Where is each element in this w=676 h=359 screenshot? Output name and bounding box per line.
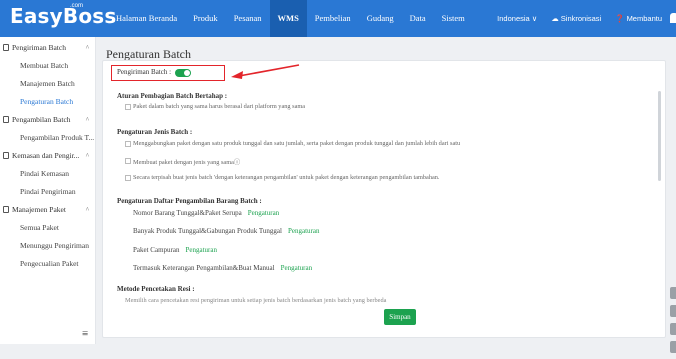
sidebar-item-scan-shipping[interactable]: Pindai Pengiriman — [0, 183, 95, 201]
type-title: Pengaturan Jenis Batch : — [117, 128, 193, 136]
tool-tab-1[interactable] — [670, 287, 676, 299]
top-navbar: EasyBoss .com Halaman Beranda Produk Pes… — [0, 0, 676, 37]
settings-link-4[interactable]: Pengaturan — [281, 264, 313, 272]
nav-data[interactable]: Data — [402, 0, 434, 37]
document-icon — [3, 44, 9, 51]
region-select[interactable]: Indonesia ∨ — [497, 14, 537, 23]
tool-tab-2[interactable] — [670, 305, 676, 317]
list-row-4: Termasuk Keterangan Pengambilan&Buat Man… — [133, 264, 313, 272]
type-option-3: Secara terpisah buat jenis batch 'dengan… — [133, 174, 440, 181]
nav-product[interactable]: Produk — [185, 0, 226, 37]
settings-card: Pengiriman Batch : Aturan Pembagian Batc… — [102, 60, 666, 338]
document-icon — [3, 206, 9, 213]
logo-suffix: .com — [70, 3, 84, 9]
sidebar-group-package-management[interactable]: Manajemen Paket ^ — [0, 201, 95, 219]
type-checkbox-3[interactable] — [125, 175, 131, 181]
tool-tab-3[interactable] — [670, 323, 676, 335]
document-icon — [3, 116, 9, 123]
sync-button[interactable]: ☁ Sinkronisasi — [551, 14, 601, 23]
rules-title: Aturan Pembagian Batch Bertahap : — [117, 92, 228, 100]
logo[interactable]: EasyBoss — [10, 4, 117, 28]
help-icon: ❓ — [615, 14, 625, 23]
chevron-up-icon: ^ — [85, 116, 89, 124]
print-title: Metode Pencetakan Resi : — [117, 285, 195, 293]
nav-wms[interactable]: WMS — [269, 0, 307, 37]
sidebar-group-packing[interactable]: Kemasan dan Pengir... ^ — [0, 147, 95, 165]
type-option-1: Menggabungkan paket dengan satu produk t… — [133, 140, 461, 147]
sidebar-group-batch-picking[interactable]: Pengambilan Batch ^ — [0, 111, 95, 129]
cloud-icon: ☁ — [551, 14, 559, 23]
sidebar-item-batch-settings[interactable]: Pengaturan Batch — [0, 93, 95, 111]
sidebar-item-scan-packing[interactable]: Pindai Kemasan — [0, 165, 95, 183]
list-row-3: Paket Campuran Pengaturan — [133, 246, 217, 254]
batch-shipping-label: Pengiriman Batch : — [117, 68, 172, 76]
help-button[interactable]: ❓ Membantu — [615, 14, 662, 23]
sidebar: Pengiriman Batch ^ Membuat Batch Manajem… — [0, 37, 96, 344]
sidebar-item-batch-management[interactable]: Manajemen Batch — [0, 75, 95, 93]
settings-link-1[interactable]: Pengaturan — [248, 209, 280, 217]
type-checkbox-1[interactable] — [125, 141, 131, 147]
settings-link-3[interactable]: Pengaturan — [185, 246, 217, 254]
annotation-arrow — [231, 64, 300, 79]
nav-warehouse[interactable]: Gudang — [359, 0, 402, 37]
type-option-2: Membuat paket dengan jenis yang samaⓘ — [133, 159, 241, 166]
chevron-up-icon: ^ — [85, 44, 89, 52]
menu-collapse-icon[interactable]: ≡ — [82, 328, 88, 340]
scrollbar[interactable] — [658, 91, 661, 181]
nav-orders[interactable]: Pesanan — [226, 0, 270, 37]
rules-option-1: Paket dalam batch yang sama harus berasa… — [133, 103, 306, 110]
sidebar-group-batch-shipping[interactable]: Pengiriman Batch ^ — [0, 39, 95, 57]
main-content: Pengaturan Batch Pengiriman Batch : Atur… — [96, 37, 676, 353]
rules-checkbox-1[interactable] — [125, 104, 131, 110]
settings-link-2[interactable]: Pengaturan — [288, 227, 320, 235]
nav-system[interactable]: Sistem — [434, 0, 473, 37]
nav-home[interactable]: Halaman Beranda — [108, 0, 185, 37]
document-icon — [3, 152, 9, 159]
type-checkbox-2[interactable] — [125, 158, 131, 164]
save-button[interactable]: Simpan — [384, 309, 416, 325]
list-title: Pengaturan Daftar Pengambilan Barang Bat… — [117, 197, 262, 205]
sidebar-item-awaiting-shipment[interactable]: Menunggu Pengiriman — [0, 237, 95, 255]
sidebar-item-product-picking[interactable]: Pengambilan Produk T... — [0, 129, 95, 147]
chevron-up-icon: ^ — [85, 152, 89, 160]
list-row-2: Banyak Produk Tunggal&Gabungan Produk Tu… — [133, 227, 320, 235]
tool-tab-4[interactable] — [670, 341, 676, 353]
main-nav: Halaman Beranda Produk Pesanan WMS Pembe… — [108, 0, 473, 37]
nav-purchase[interactable]: Pembelian — [307, 0, 359, 37]
print-hint: Memilih cara pencetakan resi pengiriman … — [125, 297, 387, 304]
list-row-1: Nomor Barang Tunggal&Paket Serupa Pengatu… — [133, 209, 280, 217]
sidebar-item-all-packages[interactable]: Semua Paket — [0, 219, 95, 237]
batch-shipping-toggle[interactable] — [175, 69, 191, 77]
sidebar-item-package-exceptions[interactable]: Pengecualian Paket — [0, 255, 95, 273]
top-right-actions: Indonesia ∨ ☁ Sinkronisasi ❓ Membantu — [497, 0, 676, 37]
floating-tools — [670, 287, 676, 359]
sidebar-item-create-batch[interactable]: Membuat Batch — [0, 57, 95, 75]
user-icon[interactable] — [670, 13, 676, 23]
chevron-up-icon: ^ — [85, 206, 89, 214]
